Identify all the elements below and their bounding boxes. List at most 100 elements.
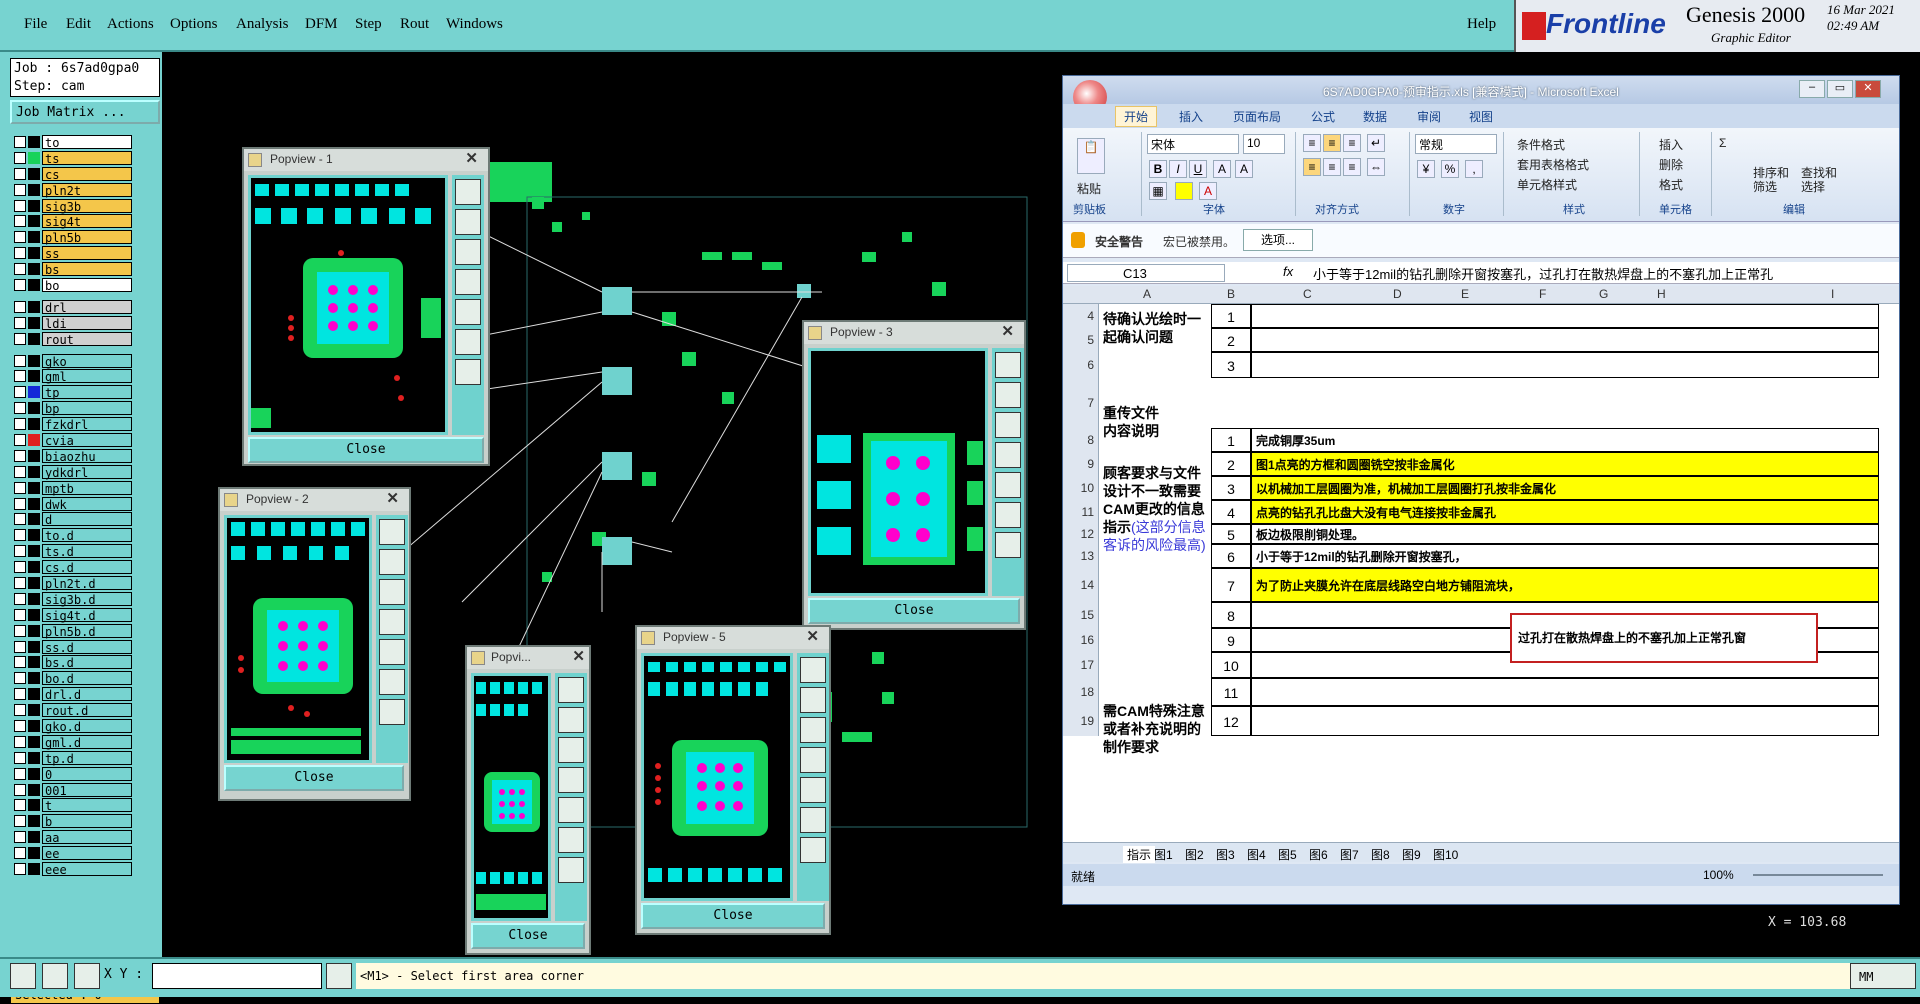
close-icon[interactable]: ✕ bbox=[1855, 80, 1881, 98]
tab-home[interactable]: 开始 bbox=[1115, 106, 1158, 127]
layer-color-swatch[interactable] bbox=[28, 688, 40, 701]
cell-b[interactable]: 1 bbox=[1211, 428, 1251, 452]
zoom-in-icon[interactable] bbox=[800, 687, 826, 713]
layer-checkbox[interactable] bbox=[14, 199, 26, 212]
cell-styles-button[interactable]: 单元格样式 bbox=[1517, 176, 1577, 193]
center-icon[interactable] bbox=[379, 699, 405, 725]
layer-name[interactable]: aa bbox=[42, 830, 132, 845]
cell-c[interactable]: 以机械加工层圆圈为准，机械加工层圆圈打孔按非金属化 bbox=[1251, 476, 1879, 500]
row-header[interactable]: 17 bbox=[1063, 652, 1099, 678]
pan-left-icon[interactable] bbox=[800, 747, 826, 773]
layer-name[interactable]: sig3b.d bbox=[42, 591, 132, 607]
layer-checkbox[interactable] bbox=[14, 278, 26, 291]
layer-checkbox[interactable] bbox=[14, 386, 26, 399]
layer-row[interactable]: to.d bbox=[14, 527, 132, 543]
name-box[interactable]: C13 bbox=[1067, 264, 1225, 282]
layer-name[interactable]: bs.d bbox=[42, 655, 132, 670]
layer-checkbox[interactable] bbox=[14, 231, 26, 244]
autosum-icon[interactable]: Σ bbox=[1719, 136, 1726, 150]
fit-icon[interactable] bbox=[800, 807, 826, 833]
sheet-tab[interactable]: 指示 bbox=[1123, 846, 1156, 863]
layer-row[interactable]: to bbox=[14, 134, 132, 150]
col-header[interactable]: G bbox=[1599, 287, 1608, 301]
layer-color-swatch[interactable] bbox=[28, 608, 40, 621]
popview-1[interactable]: Popview - 1 ✕ Close bbox=[242, 147, 490, 466]
layer-checkbox[interactable] bbox=[14, 183, 26, 196]
close-icon[interactable]: ✕ bbox=[806, 627, 819, 645]
percent-icon[interactable]: % bbox=[1441, 160, 1459, 178]
tab-data[interactable]: 数据 bbox=[1363, 108, 1387, 125]
layer-name[interactable]: sig4t.d bbox=[42, 607, 132, 623]
align-top-icon[interactable]: ≡ bbox=[1303, 134, 1321, 152]
layer-color-swatch[interactable] bbox=[28, 263, 40, 276]
layer-row[interactable]: t bbox=[14, 798, 132, 813]
layer-color-swatch[interactable] bbox=[28, 316, 40, 329]
sheet-tab[interactable]: 图5 bbox=[1278, 846, 1297, 863]
menu-options[interactable]: Options bbox=[170, 16, 218, 33]
popview-2-close-button[interactable]: Close bbox=[224, 765, 404, 791]
layer-name[interactable]: drl bbox=[42, 299, 132, 315]
popview-3-close-button[interactable]: Close bbox=[808, 598, 1020, 624]
popview-4-close-button[interactable]: Close bbox=[471, 923, 585, 949]
layer-row[interactable]: gko bbox=[14, 353, 132, 369]
shrink-font-button[interactable]: A bbox=[1235, 160, 1253, 178]
layer-checkbox[interactable] bbox=[14, 608, 26, 621]
popview-5-view[interactable] bbox=[641, 653, 793, 901]
zoom-out-icon[interactable] bbox=[995, 412, 1021, 438]
layer-name[interactable]: mptb bbox=[42, 480, 132, 496]
layer-color-swatch[interactable] bbox=[28, 592, 40, 605]
conditional-format-button[interactable]: 条件格式 bbox=[1517, 136, 1565, 153]
cell-b[interactable]: 3 bbox=[1211, 352, 1251, 378]
layer-checkbox[interactable] bbox=[14, 545, 26, 558]
layer-color-swatch[interactable] bbox=[28, 167, 40, 180]
layer-row[interactable]: mptb bbox=[14, 480, 132, 496]
layer-checkbox[interactable] bbox=[14, 561, 26, 574]
layer-checkbox[interactable] bbox=[14, 783, 26, 796]
layer-name[interactable]: rout bbox=[42, 331, 132, 347]
layer-row[interactable]: dwk bbox=[14, 496, 132, 512]
popview-4[interactable]: Popvi... ✕ Close bbox=[465, 645, 591, 955]
layer-checkbox[interactable] bbox=[14, 831, 26, 844]
pan-right-icon[interactable] bbox=[455, 299, 481, 325]
layer-checkbox[interactable] bbox=[14, 135, 26, 148]
cell-c[interactable]: 完成铜厚35um bbox=[1251, 428, 1879, 452]
layer-checkbox[interactable] bbox=[14, 370, 26, 383]
row-header[interactable]: 19 bbox=[1063, 706, 1099, 736]
center-icon[interactable] bbox=[800, 837, 826, 863]
popview-3[interactable]: Popview - 3 ✕ Close bbox=[802, 320, 1026, 630]
row-header[interactable]: 16 bbox=[1063, 628, 1099, 652]
layer-row[interactable]: cvia bbox=[14, 432, 132, 448]
layer-name[interactable]: to bbox=[42, 134, 132, 150]
popview-3-view[interactable] bbox=[808, 348, 988, 596]
cell-a15[interactable]: 需CAM特殊注意或者补充说明的制作要求 bbox=[1099, 682, 1211, 802]
row-header[interactable]: 18 bbox=[1063, 678, 1099, 706]
layer-checkbox[interactable] bbox=[14, 656, 26, 669]
tab-review[interactable]: 审阅 bbox=[1417, 108, 1441, 125]
row-header[interactable]: 15 bbox=[1063, 602, 1099, 628]
layer-color-swatch[interactable] bbox=[28, 735, 40, 748]
layer-checkbox[interactable] bbox=[14, 672, 26, 685]
layer-name[interactable]: sig4t bbox=[42, 214, 132, 229]
menu-file[interactable]: File bbox=[24, 16, 47, 33]
layer-color-swatch[interactable] bbox=[28, 151, 40, 164]
cell-b[interactable]: 2 bbox=[1211, 452, 1251, 476]
popview-1-view[interactable] bbox=[248, 175, 448, 435]
layer-checkbox[interactable] bbox=[14, 247, 26, 260]
menu-step[interactable]: Step bbox=[355, 16, 382, 33]
menu-windows[interactable]: Windows bbox=[446, 16, 503, 33]
layer-checkbox[interactable] bbox=[14, 263, 26, 276]
grid-icon[interactable] bbox=[74, 963, 100, 989]
layer-name[interactable]: bo bbox=[42, 277, 132, 293]
close-icon[interactable]: ✕ bbox=[386, 489, 399, 507]
units-button[interactable]: MM bbox=[1850, 963, 1916, 989]
layer-name[interactable]: ts.d bbox=[42, 544, 132, 559]
layer-row[interactable]: rout bbox=[14, 331, 132, 347]
spreadsheet-grid[interactable]: A B C D E F G H I 4 1 5 2 6 3 7 8 1 完成铜厚35um 9 2 图1点… bbox=[1063, 286, 1899, 842]
layer-row[interactable]: bo bbox=[14, 277, 132, 293]
sheet-tab[interactable]: 图9 bbox=[1402, 846, 1421, 863]
delete-cells-button[interactable]: 删除 bbox=[1659, 156, 1683, 173]
tab-insert[interactable]: 插入 bbox=[1179, 108, 1203, 125]
layer-color-swatch[interactable] bbox=[28, 831, 40, 844]
comma-icon[interactable]: , bbox=[1465, 160, 1483, 178]
layer-color-swatch[interactable] bbox=[28, 433, 40, 446]
